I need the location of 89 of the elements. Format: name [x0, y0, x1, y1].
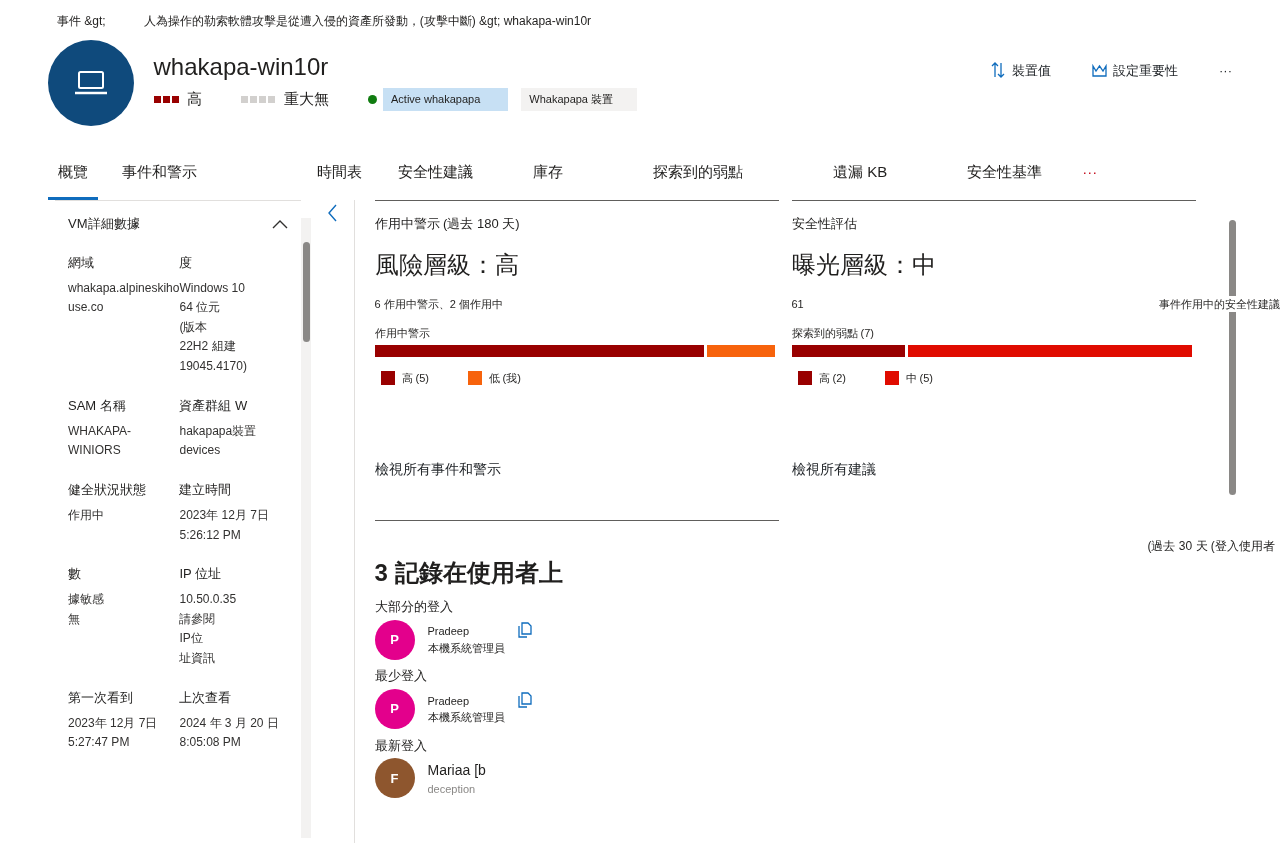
field-value: 作用中 — [68, 507, 105, 525]
field-value: 2023年 12月 7日 — [179, 507, 270, 525]
legend-label: 高 (2) — [818, 370, 846, 386]
bar-label: 探索到的弱點 (7) — [791, 326, 875, 341]
tab[interactable]: 時間表 — [307, 142, 372, 200]
scrollbar[interactable] — [301, 218, 311, 838]
logons-heading: 3 記錄在使用者上 — [374, 557, 564, 588]
field-value: hakapapa裝置 — [179, 422, 258, 440]
field-value: 2024 年 3 月 20 日 — [179, 714, 280, 732]
field-value: 19045.4170) — [179, 357, 248, 375]
copy-icon[interactable] — [517, 689, 532, 709]
field-value: 無 — [68, 610, 81, 628]
card-link[interactable]: 檢視所有事件和警示 — [374, 459, 501, 480]
legend-label: 低 (我) — [488, 370, 521, 386]
user-role: deception — [427, 781, 477, 797]
tab[interactable]: 概覽 — [48, 142, 98, 200]
field-value: WINIORS — [68, 442, 122, 460]
details-title: VM詳細數據 — [68, 215, 140, 233]
logon-group-label: 大部分的登入 — [374, 598, 454, 616]
user-avatar: P — [374, 689, 415, 729]
toolbar-button[interactable]: 設定重要性 — [1090, 59, 1179, 81]
field-label: 第一次看到 — [68, 688, 134, 707]
card-title: 安全性評估 — [791, 215, 858, 233]
tab[interactable]: ··· — [1072, 142, 1108, 200]
card-summary: 6 作用中警示、2 個作用中 — [374, 296, 503, 312]
tab[interactable]: 安全性基準 — [957, 142, 1053, 200]
field-value: 10.50.0.35 — [179, 591, 238, 609]
field-label: 建立時間 — [179, 481, 233, 500]
legend-label: 中 (5) — [905, 370, 933, 386]
laptop-icon — [74, 70, 108, 96]
field-value: 址資訊 — [179, 649, 217, 667]
field-value: 64 位元 — [179, 299, 222, 317]
user-name[interactable]: Mariaa [b — [427, 759, 486, 781]
field-value: WHAKAPA- — [68, 422, 133, 440]
user-avatar: F — [374, 758, 415, 799]
field-label: SAM 名稱 — [68, 396, 127, 415]
tab[interactable]: 遺漏 KB — [823, 142, 898, 200]
field-value: devices — [179, 442, 222, 460]
field-label: 上次查看 — [179, 688, 233, 707]
field-label: 網域 — [68, 254, 95, 272]
field-value: (版本 — [179, 318, 209, 336]
tab[interactable]: 探索到的弱點 — [643, 142, 753, 200]
tab[interactable]: 安全性建議 — [388, 142, 483, 200]
card-summary-note: 事件作用中的安全性建議 — [1158, 295, 1280, 312]
copy-icon[interactable] — [517, 619, 532, 640]
bar-label: 作用中警示 — [374, 326, 431, 341]
collapse-panel-icon[interactable] — [327, 204, 338, 222]
field-value: IP位 — [179, 630, 204, 648]
field-value: 8:05:08 PM — [179, 734, 242, 752]
field-label: 度 — [179, 254, 194, 272]
user-role: 本機系統管理員 — [427, 710, 505, 725]
field-value: Windows 10 — [179, 280, 246, 297]
field-value: 5:26:12 PM — [179, 526, 242, 544]
field-value: 據敏感 — [68, 591, 105, 609]
user-name[interactable]: Pradeep — [427, 623, 505, 640]
logon-group-label: 最少登入 — [374, 667, 428, 686]
card-heading: 曝光層級：中 — [791, 249, 937, 280]
tab[interactable]: 庫存 — [523, 142, 573, 200]
logon-group-label: 最新登入 — [374, 736, 428, 755]
more-button[interactable]: ··· — [1218, 59, 1233, 81]
field-label: IP 位址 — [179, 565, 223, 584]
device-tag: Whakapapa 裝置 — [521, 88, 638, 111]
device-name: whakapa-win10r — [153, 53, 330, 82]
crown-icon — [1091, 63, 1107, 77]
card-summary: 61 — [791, 296, 804, 312]
breadcrumb-link[interactable]: 事件 &gt; — [57, 12, 106, 40]
period-text: (過去 30 天 (登入使用者 — [1147, 537, 1275, 555]
field-value: 22H2 組建 — [179, 338, 237, 356]
field-value: whakapa.alpineskihouse.co — [68, 280, 180, 317]
user-name[interactable]: Pradeep — [427, 692, 505, 709]
toolbar-button[interactable]: 裝置值 — [990, 59, 1052, 81]
field-value: 5:27:47 PM — [68, 734, 131, 752]
status-tag: Active whakapapa — [383, 88, 509, 111]
field-label: 數 — [68, 565, 82, 584]
user-role: 本機系統管理員 — [427, 640, 505, 656]
card-link[interactable]: 檢視所有建議 — [791, 459, 876, 480]
user-avatar: P — [374, 619, 415, 660]
tab[interactable]: 事件和警示 — [112, 142, 207, 200]
sort-arrows-icon — [991, 62, 1005, 79]
risk-level: 高 — [187, 89, 202, 110]
field-value: 2023年 12月 7日 — [68, 714, 159, 732]
field-value: 請參閱 — [179, 610, 217, 628]
breadcrumb-text[interactable]: 人為操作的勒索軟體攻擊是從遭入侵的資產所發動，(攻擊中斷) &gt; whakapa-win10r — [143, 12, 592, 40]
exposure-level: 重大無 — [283, 89, 329, 110]
card-heading: 風險層級：高 — [374, 249, 520, 280]
card-title: 作用中警示 (過去 180 天) — [374, 215, 521, 233]
field-label: 健全狀況狀態 — [68, 481, 147, 500]
field-label: 資產群組 W — [179, 396, 249, 415]
legend-label: 高 (5) — [401, 370, 429, 386]
